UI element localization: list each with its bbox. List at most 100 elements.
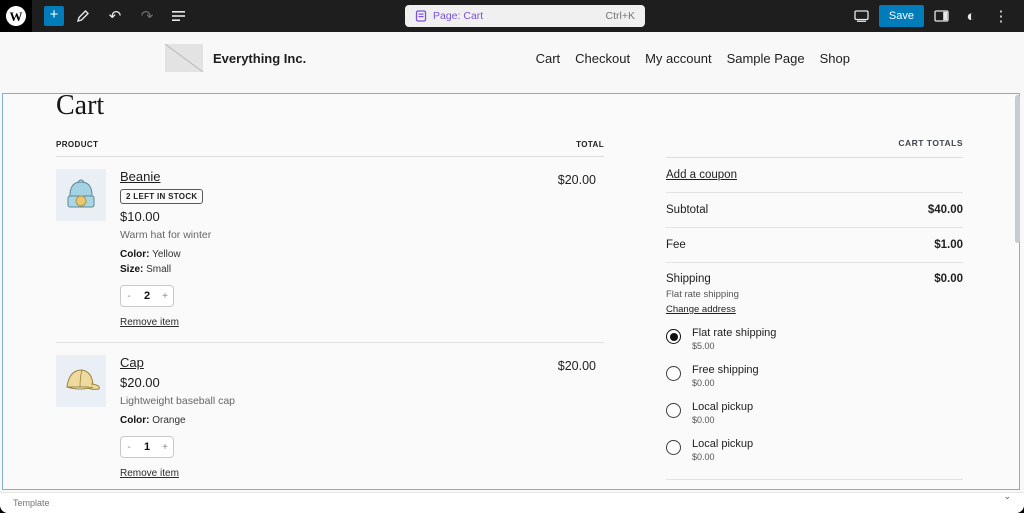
product-description: Lightweight baseball cap [120, 395, 235, 407]
quantity-decrease-button[interactable]: - [121, 291, 137, 302]
total-column-header: TOTAL [576, 140, 604, 149]
beanie-illustration [56, 169, 106, 221]
radio-selected-icon[interactable] [666, 329, 681, 344]
remove-item-link[interactable]: Remove item [120, 317, 179, 328]
quantity-value[interactable]: 2 [137, 290, 157, 302]
shipping-label: Shipping [666, 273, 711, 285]
attr-label: Size: [120, 264, 143, 275]
unit-price: $10.00 [120, 209, 160, 224]
shipping-option-price: $0.00 [692, 415, 753, 425]
attr-value: Yellow [152, 249, 181, 260]
shipping-block: Shipping $0.00 Flat rate shipping Change… [666, 263, 963, 480]
shipping-option-local-pickup-2[interactable]: Local pickup $0.00 [666, 438, 963, 462]
shipping-option-price: $0.00 [692, 378, 759, 388]
shipping-option-price: $5.00 [692, 341, 776, 351]
save-button[interactable]: Save [879, 5, 924, 27]
product-image-beanie[interactable] [56, 169, 106, 221]
shipping-method-text: Flat rate shipping [666, 289, 963, 300]
nav-link-my-account[interactable]: My account [645, 51, 711, 66]
edit-tool-button[interactable] [70, 3, 96, 29]
shipping-options: Flat rate shipping $5.00 Free shipping $… [666, 327, 963, 462]
attr-label: Color: [120, 415, 149, 426]
settings-panel-button[interactable] [928, 3, 954, 29]
product-image-cap[interactable] [56, 355, 106, 407]
quantity-stepper[interactable]: - 1 + [120, 436, 174, 458]
line-item-total: $20.00 [558, 359, 596, 373]
wordpress-menu-button[interactable]: W [0, 0, 32, 32]
site-title[interactable]: Everything Inc. [213, 51, 306, 66]
list-view-button[interactable] [166, 3, 192, 29]
editor-top-bar: W + ↶ ↷ [0, 0, 1024, 32]
block-inserter-button[interactable]: + [44, 6, 64, 26]
add-coupon-link[interactable]: Add a coupon [666, 169, 737, 181]
fee-value: $1.00 [934, 239, 963, 251]
sidebar-panel-icon [934, 10, 949, 22]
product-link-cap[interactable]: Cap [120, 355, 144, 370]
scroll-down-arrow-icon[interactable]: ⌄ [1003, 492, 1011, 501]
nav-link-cart[interactable]: Cart [536, 51, 561, 66]
ellipsis-icon: ⋮ [994, 7, 1009, 25]
coupon-row: Add a coupon [666, 158, 963, 193]
undo-icon: ↶ [109, 7, 122, 25]
shipping-option-label: Local pickup [692, 401, 753, 413]
monitor-icon [854, 10, 869, 22]
redo-icon: ↷ [141, 7, 154, 25]
shipping-option-label: Free shipping [692, 364, 759, 376]
preview-button[interactable] [849, 3, 875, 29]
subtotal-row: Subtotal $40.00 [666, 193, 963, 228]
cap-illustration [56, 355, 106, 407]
shipping-option-flat-rate[interactable]: Flat rate shipping $5.00 [666, 327, 963, 351]
product-description: Warm hat for winter [120, 229, 211, 241]
shipping-option-price: $0.00 [692, 452, 753, 462]
shipping-value: $0.00 [934, 273, 963, 285]
site-editor-window: W + ↶ ↷ [0, 0, 1024, 513]
contrast-icon: ◐ [966, 8, 975, 25]
change-address-link[interactable]: Change address [666, 304, 963, 315]
list-view-icon [172, 10, 186, 22]
keyboard-shortcut-label: Ctrl+K [606, 10, 635, 22]
attr-value: Orange [152, 415, 185, 426]
radio-icon[interactable] [666, 403, 681, 418]
command-center-button[interactable]: Page: Cart Ctrl+K [405, 5, 645, 27]
quantity-increase-button[interactable]: + [157, 442, 173, 453]
template-breadcrumb[interactable]: Template [13, 498, 50, 508]
site-logo-placeholder[interactable] [165, 44, 203, 72]
cart-item-beanie: Beanie 2 LEFT IN STOCK $10.00 Warm hat f… [56, 157, 604, 343]
undo-button[interactable]: ↶ [102, 3, 128, 29]
cart-totals-header: CART TOTALS [666, 138, 963, 158]
shipping-option-label: Local pickup [692, 438, 753, 450]
command-label: Page: Cart [433, 10, 483, 22]
product-attributes: Color: Orange [120, 413, 186, 428]
scrollbar-thumb[interactable] [1015, 95, 1020, 243]
radio-icon[interactable] [666, 366, 681, 381]
line-item-total: $20.00 [558, 173, 596, 187]
fee-row: Fee $1.00 [666, 228, 963, 263]
quantity-stepper[interactable]: - 2 + [120, 285, 174, 307]
cart-items-section: PRODUCT TOTAL Beanie [56, 140, 604, 490]
nav-link-checkout[interactable]: Checkout [575, 51, 630, 66]
quantity-increase-button[interactable]: + [157, 291, 173, 302]
more-options-button[interactable]: ⋮ [988, 3, 1014, 29]
quantity-decrease-button[interactable]: - [121, 442, 137, 453]
styles-button[interactable]: ◐ [958, 3, 984, 29]
subtotal-label: Subtotal [666, 204, 708, 216]
radio-icon[interactable] [666, 440, 681, 455]
page-icon [415, 10, 427, 22]
sales-tax-row: Sales tax $8.20 [666, 480, 963, 490]
cart-table-header: PRODUCT TOTAL [56, 140, 604, 157]
page-title: Cart [56, 93, 104, 122]
product-link-beanie[interactable]: Beanie [120, 169, 160, 184]
wordpress-logo-icon: W [6, 6, 26, 26]
shipping-option-local-pickup-1[interactable]: Local pickup $0.00 [666, 401, 963, 425]
quantity-value[interactable]: 1 [137, 441, 157, 453]
nav-link-shop[interactable]: Shop [820, 51, 850, 66]
template-content-frame[interactable]: Cart PRODUCT TOTAL [2, 93, 1020, 490]
subtotal-value: $40.00 [928, 204, 963, 216]
shipping-option-free[interactable]: Free shipping $0.00 [666, 364, 963, 388]
remove-item-link[interactable]: Remove item [120, 468, 179, 479]
redo-button[interactable]: ↷ [134, 3, 160, 29]
pencil-icon [76, 9, 90, 23]
site-navigation: Cart Checkout My account Sample Page Sho… [536, 51, 850, 66]
nav-link-sample-page[interactable]: Sample Page [727, 51, 805, 66]
attr-value: Small [146, 264, 171, 275]
